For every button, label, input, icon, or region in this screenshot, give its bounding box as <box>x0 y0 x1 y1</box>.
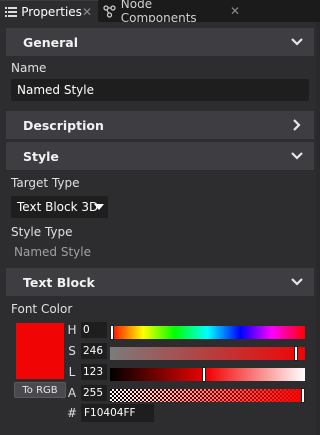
style-type-value: Named Style <box>14 245 91 259</box>
lightness-input[interactable]: 123 <box>81 364 107 380</box>
hex-label: # <box>66 406 78 420</box>
alpha-input[interactable]: 255 <box>81 385 107 401</box>
list-icon <box>5 5 18 19</box>
chevron-down-icon <box>291 278 303 286</box>
section-general-header[interactable]: General <box>6 28 314 56</box>
hue-input[interactable]: 0 <box>81 322 107 338</box>
dropdown-arrow-icon <box>94 204 104 210</box>
lightness-slider-handle[interactable] <box>202 367 206 382</box>
color-swatch[interactable] <box>16 323 64 379</box>
alpha-slider-handle[interactable] <box>301 388 305 403</box>
saturation-slider[interactable] <box>110 346 305 361</box>
hue-label: H <box>67 323 77 337</box>
tab-node-components[interactable]: Node Components ✕ <box>98 0 246 25</box>
saturation-slider-handle[interactable] <box>294 346 298 361</box>
section-text-block-header[interactable]: Text Block <box>6 268 314 296</box>
tab-bar: Properties ✕ Node Components ✕ <box>0 0 320 25</box>
close-icon[interactable]: ✕ <box>230 4 240 18</box>
close-icon[interactable]: ✕ <box>82 5 92 19</box>
to-rgb-button[interactable]: To RGB <box>14 382 66 398</box>
section-title: Text Block <box>23 274 95 290</box>
alpha-slider[interactable] <box>110 388 305 403</box>
hex-color-input[interactable]: F10404FF <box>81 404 154 422</box>
nodes-icon <box>103 4 117 18</box>
saturation-label: S <box>68 344 76 358</box>
section-description-header[interactable]: Description <box>6 111 314 139</box>
alpha-label: A <box>67 386 77 400</box>
chevron-down-icon <box>291 152 303 160</box>
hue-slider-handle[interactable] <box>110 325 114 340</box>
tab-properties[interactable]: Properties ✕ <box>0 0 98 22</box>
lightness-slider[interactable] <box>110 367 305 382</box>
style-type-label: Style Type <box>11 225 73 239</box>
scrollbar-track[interactable] <box>316 22 320 435</box>
section-title: Style <box>23 148 59 164</box>
name-label: Name <box>11 61 47 75</box>
section-title: Description <box>23 117 104 133</box>
target-type-label: Target Type <box>11 176 80 190</box>
name-field[interactable]: Named Style <box>11 79 309 101</box>
chevron-down-icon <box>291 38 303 46</box>
chevron-right-icon <box>293 119 301 131</box>
saturation-input[interactable]: 246 <box>81 343 107 359</box>
tab-properties-label: Properties <box>21 4 82 19</box>
target-type-dropdown[interactable]: Text Block 3D <box>11 196 108 218</box>
hue-slider[interactable] <box>110 325 305 340</box>
target-type-value: Text Block 3D <box>17 200 99 214</box>
section-style-header[interactable]: Style <box>6 142 314 170</box>
lightness-label: L <box>68 365 76 379</box>
section-title: General <box>23 34 78 50</box>
font-color-label: Font Color <box>11 302 73 316</box>
